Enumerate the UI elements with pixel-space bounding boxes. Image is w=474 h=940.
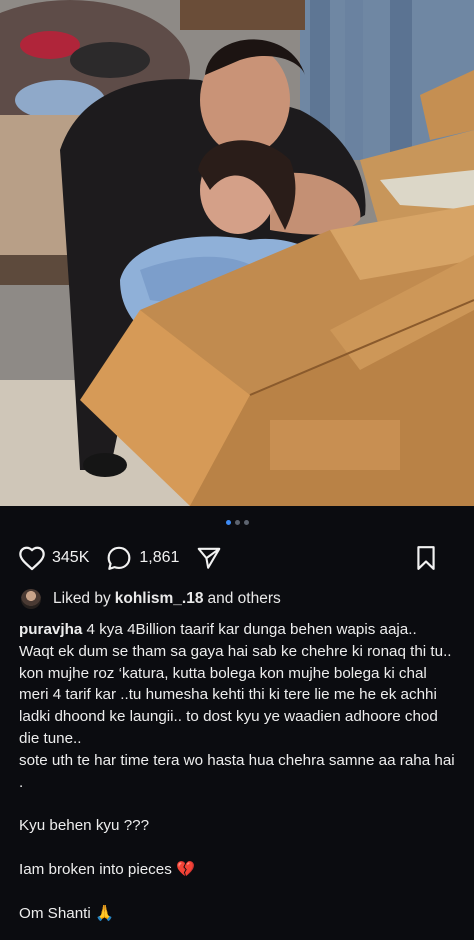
caption-text-1: 4 kya 4Billion taarif kar dunga behen wa… (86, 621, 417, 638)
avatar[interactable] (21, 589, 41, 609)
carousel-dot-3 (243, 520, 249, 525)
caption-line-1: puravjha 4 kya 4Billion taarif kar dunga… (19, 619, 456, 641)
save-action[interactable] (414, 545, 438, 571)
send-icon[interactable] (195, 545, 223, 571)
liked-by-suffix[interactable]: and others (207, 590, 280, 608)
comment-action[interactable]: 1,861 (105, 545, 179, 572)
caption-text-2: Waqt ek dum se tham sa gaya hai sab ke c… (19, 642, 452, 747)
liked-by-line: Liked by kohlism_.18 and others (21, 587, 454, 611)
like-count[interactable]: 345K (52, 549, 89, 567)
carousel-indicator (0, 520, 474, 525)
caption-text-3: sote uth te har time tera wo hasta hua c… (19, 751, 455, 791)
post-caption: puravjha 4 kya 4Billion taarif kar dunga… (19, 619, 456, 925)
caption-username[interactable]: puravjha (19, 621, 82, 638)
caption-text-5: Iam broken into pieces 💔 (19, 861, 195, 879)
comment-bubble-icon[interactable] (105, 545, 133, 572)
caption-text-4: Kyu behen kyu ??? (19, 817, 150, 835)
post-actions: 345K 1,861 (18, 543, 454, 573)
photo-illustration (0, 0, 474, 506)
bookmark-icon[interactable] (414, 545, 438, 571)
like-action[interactable]: 345K (18, 545, 89, 571)
comment-count[interactable]: 1,861 (139, 549, 179, 567)
share-action[interactable] (195, 545, 223, 571)
carousel-dot-2 (234, 520, 240, 525)
liked-by-user[interactable]: kohlism_.18 (115, 590, 204, 608)
caption-text-6: Om Shanti 🙏 (19, 904, 114, 922)
liked-by-prefix: Liked by (53, 590, 111, 607)
post-photo[interactable] (0, 0, 474, 506)
carousel-dot-1 (225, 520, 231, 525)
heart-icon[interactable] (18, 545, 46, 571)
